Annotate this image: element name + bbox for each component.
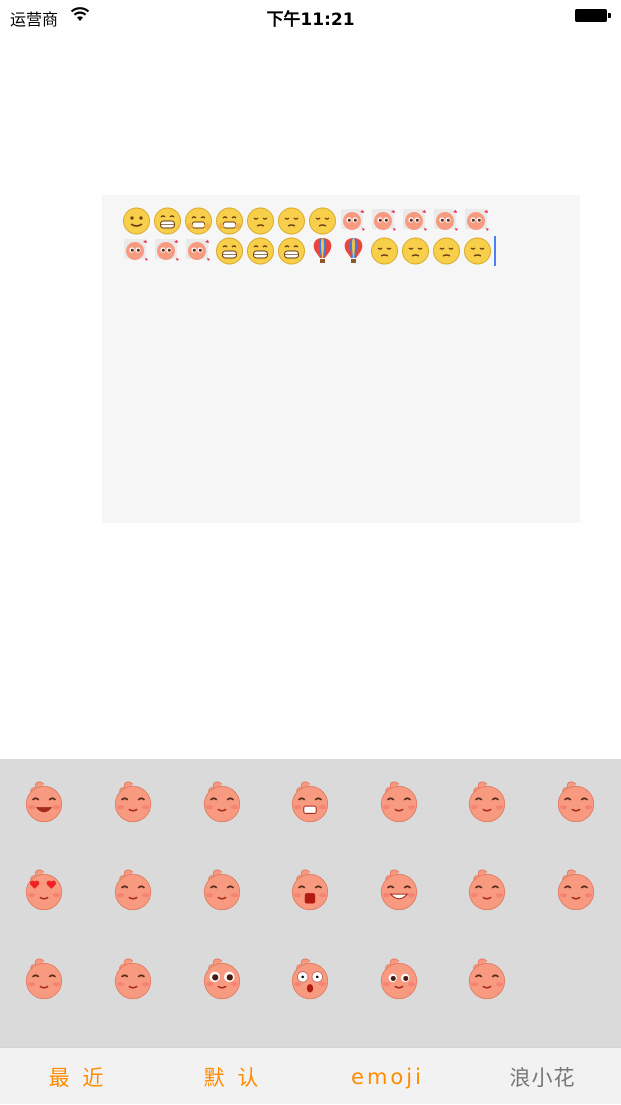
pensive-emoji-icon (433, 237, 460, 265)
doubt-sticker-icon[interactable] (551, 866, 601, 916)
fan-sticker-icon[interactable] (108, 778, 158, 828)
cute-sticker-icon[interactable] (197, 866, 247, 916)
grin-sticker-icon[interactable] (374, 866, 424, 916)
sticker-emoji-icon (403, 209, 427, 231)
sweat-sticker-icon[interactable] (108, 955, 158, 1005)
pensive-emoji-icon (278, 207, 305, 235)
laugh-sticker-icon[interactable] (19, 778, 69, 828)
squint-sticker-icon[interactable] (462, 955, 512, 1005)
scared-sticker-icon[interactable] (285, 866, 335, 916)
tab-langxiaohua[interactable]: 浪小花 (465, 1048, 620, 1105)
text-caret (494, 236, 496, 266)
shy-sticker-icon[interactable] (551, 778, 601, 828)
pensive-emoji-icon (371, 237, 398, 265)
sticker-emoji-icon (341, 209, 365, 231)
text-line-1 (121, 205, 493, 237)
sticker-emoji-icon (155, 239, 179, 261)
status-bar: 运营商 下午11:21 (0, 0, 621, 32)
grin-emoji-icon (278, 237, 305, 265)
text-line-2 (121, 235, 496, 267)
battery-icon (575, 9, 611, 22)
sticker-emoji-icon (124, 239, 148, 261)
sparkle-sticker-icon[interactable] (19, 955, 69, 1005)
shock-sticker-icon[interactable] (285, 955, 335, 1005)
clock: 下午11:21 (266, 10, 355, 30)
pensive-emoji-icon (464, 237, 491, 265)
pout-sticker-icon[interactable] (462, 866, 512, 916)
blush-sticker-icon[interactable] (197, 778, 247, 828)
sticker-emoji-icon (372, 209, 396, 231)
pensive-emoji-icon (309, 207, 336, 235)
sticker-emoji-icon (186, 239, 210, 261)
tab-recent[interactable]: 最 近 (0, 1048, 155, 1105)
sticker-emoji-icon (465, 209, 489, 231)
smirk-sticker-icon[interactable] (462, 778, 512, 828)
grin-emoji-icon (247, 237, 274, 265)
smile-emoji-icon (123, 207, 150, 235)
rage-sticker-icon[interactable] (374, 778, 424, 828)
cry-sticker-icon[interactable] (108, 866, 158, 916)
tab-emoji[interactable]: emoji (310, 1048, 465, 1105)
emoji-tab-bar: 最 近 默 认 emoji 浪小花 (0, 1047, 621, 1104)
teary-sticker-icon[interactable] (197, 955, 247, 1005)
balloon-emoji-icon (313, 238, 332, 263)
grin-emoji-icon (216, 237, 243, 265)
angry-sticker-icon[interactable] (285, 778, 335, 828)
love-sticker-icon[interactable] (19, 866, 69, 916)
grin-emoji-icon (154, 207, 181, 235)
tab-default[interactable]: 默 认 (155, 1048, 310, 1105)
emoji-keyboard (0, 759, 621, 1047)
pensive-emoji-icon (402, 237, 429, 265)
kiss-sticker-icon[interactable] (374, 955, 424, 1005)
laugh-emoji-icon (216, 207, 243, 235)
balloon-emoji-icon (344, 238, 363, 263)
pensive-emoji-icon (247, 207, 274, 235)
message-text-area[interactable] (102, 195, 580, 523)
laugh-emoji-icon (185, 207, 212, 235)
sticker-emoji-icon (434, 209, 458, 231)
